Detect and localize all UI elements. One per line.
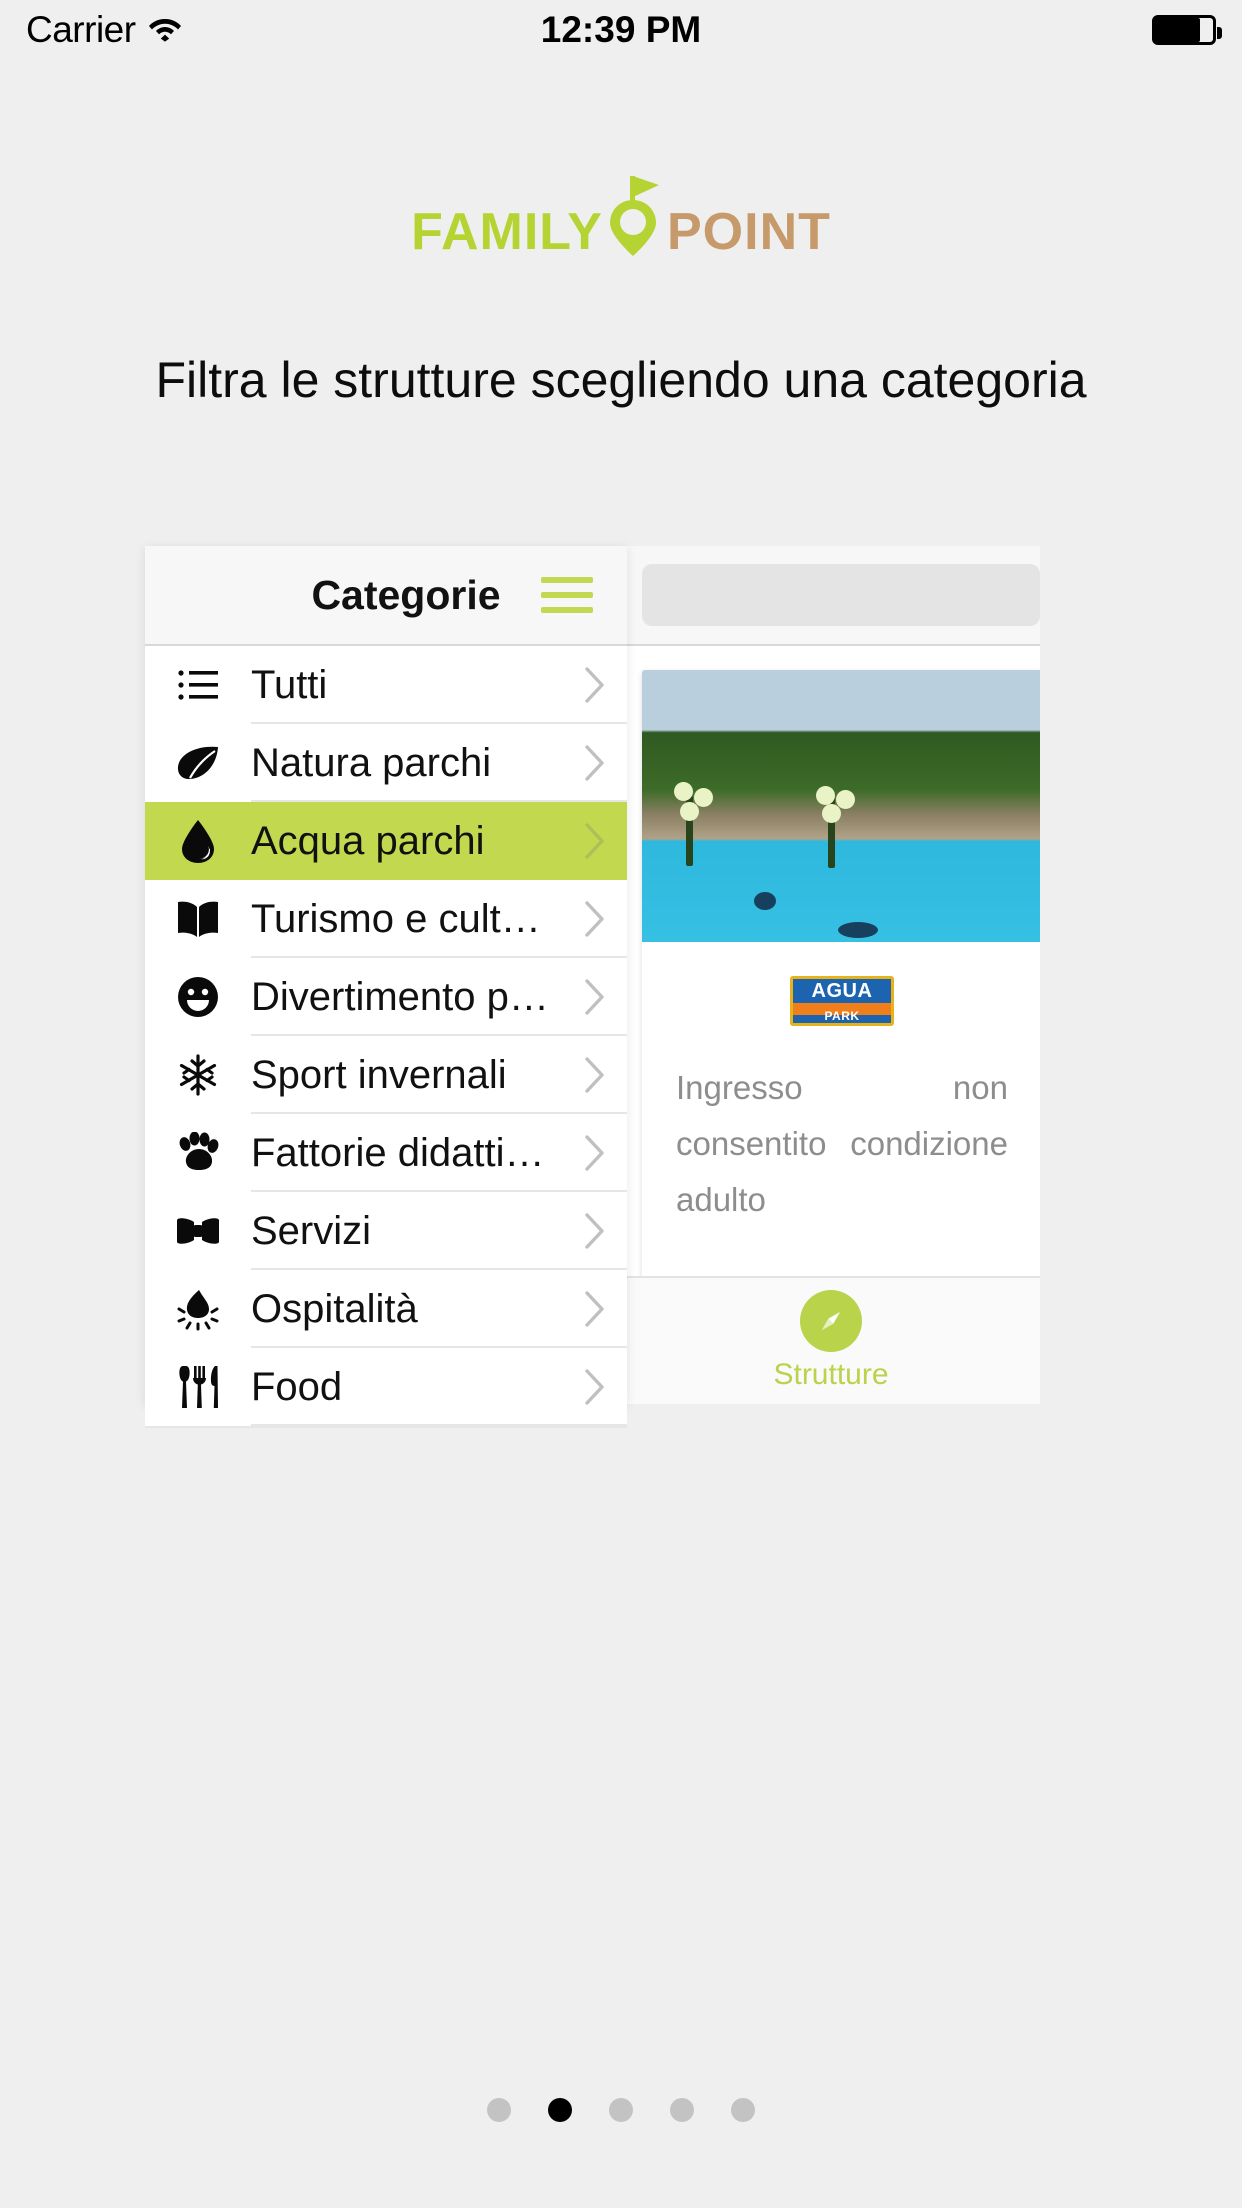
category-row-servizi[interactable]: Servizi — [145, 1192, 627, 1270]
status-bar: Carrier 12:39 PM — [0, 0, 1242, 60]
chevron-right-icon — [563, 1290, 627, 1328]
category-label: Servizi — [251, 1208, 372, 1253]
page-dot-4[interactable] — [670, 2098, 694, 2122]
chevron-right-icon — [563, 900, 627, 938]
brand-logo-line1: AGUA — [811, 980, 873, 1002]
map-pin-flag-icon — [603, 172, 665, 258]
pool-photo — [642, 670, 1040, 942]
chevron-right-icon — [563, 1056, 627, 1094]
chevron-right-icon — [563, 1212, 627, 1250]
chevron-right-icon — [563, 1368, 627, 1406]
category-label: Turismo e cultura — [251, 896, 559, 941]
category-label: Divertimento parchi — [251, 974, 563, 1019]
page-dot-2[interactable] — [548, 2098, 572, 2122]
categories-list: Tutti Natura parchi Acqua parchi Turismo e … — [145, 646, 627, 1428]
tab-strutture[interactable]: Strutture — [622, 1276, 1040, 1404]
logo-text-point: POINT — [666, 203, 831, 261]
cutlery-icon — [145, 1364, 251, 1410]
campfire-icon — [145, 1287, 251, 1331]
page-dot-3[interactable] — [609, 2098, 633, 2122]
chevron-right-icon — [563, 1134, 627, 1172]
category-label: Natura parchi — [251, 740, 492, 785]
category-row-ospitalit[interactable]: Ospitalità — [145, 1270, 627, 1348]
category-label: Ospitalità — [251, 1286, 418, 1331]
app-logo: FAMILY POINT — [0, 176, 1242, 261]
page-indicator — [0, 2098, 1242, 2122]
battery-icon — [1152, 15, 1222, 45]
category-label: Sport invernali — [251, 1052, 507, 1097]
category-row-tutti[interactable]: Tutti — [145, 646, 627, 724]
brand-logo-line2: PARK — [824, 1009, 860, 1023]
category-label: Acqua parchi — [251, 818, 485, 863]
paw-print-icon — [145, 1132, 251, 1174]
category-row-divertimento-parchi[interactable]: Divertimento parchi — [145, 958, 627, 1036]
open-book-icon — [145, 899, 251, 939]
list-icon — [145, 667, 251, 703]
status-bar-clock: 12:39 PM — [540, 9, 702, 50]
bow-tie-icon — [145, 1216, 251, 1246]
list-end-divider — [145, 1426, 627, 1428]
categories-header: Categorie — [145, 546, 627, 646]
page-title: Filtra le strutture scegliendo una categ… — [155, 352, 1087, 408]
status-bar-right — [1152, 15, 1222, 45]
water-drop-icon — [145, 818, 251, 864]
venue-brand-logo: AGUA PARK — [642, 942, 1040, 1060]
compass-icon — [800, 1290, 862, 1352]
category-label: Tutti — [251, 662, 328, 707]
background-search-row — [622, 546, 1040, 646]
hamburger-menu-icon[interactable] — [541, 577, 593, 613]
category-label: Fattorie didattiche e mane… — [251, 1130, 563, 1175]
category-row-fattorie-didattiche-e-mane[interactable]: Fattorie didattiche e mane… — [145, 1114, 627, 1192]
page-dot-1[interactable] — [487, 2098, 511, 2122]
category-row-natura-parchi[interactable]: Natura parchi — [145, 724, 627, 802]
logo-text-family: FAMILY — [411, 203, 603, 261]
chevron-right-icon — [563, 822, 627, 860]
page-dot-5[interactable] — [731, 2098, 755, 2122]
leaf-icon — [145, 743, 251, 783]
chevron-right-icon — [563, 744, 627, 782]
background-preview-panel: AGUA PARK Ingresso non consentito condiz… — [622, 546, 1040, 1404]
chevron-right-icon — [563, 978, 627, 1016]
category-row-acqua-parchi[interactable]: Acqua parchi — [145, 802, 627, 880]
snowflake-icon — [145, 1053, 251, 1097]
categories-panel: Categorie Tutti Natura parchi Acqua parchi… — [145, 546, 627, 1428]
chevron-right-icon — [563, 666, 627, 704]
venue-card[interactable]: AGUA PARK Ingresso non consentito condiz… — [642, 670, 1040, 1358]
venue-description: Ingresso non consentito condizione adult… — [676, 1069, 1008, 1218]
smiley-face-icon — [145, 975, 251, 1019]
category-row-sport-invernali[interactable]: Sport invernali — [145, 1036, 627, 1114]
category-row-food[interactable]: Food — [145, 1348, 627, 1426]
category-label: Food — [251, 1364, 343, 1409]
category-row-turismo-e-cultura[interactable]: Turismo e cultura — [145, 880, 627, 958]
tab-strutture-label: Strutture — [773, 1358, 889, 1391]
search-input[interactable] — [642, 564, 1040, 626]
